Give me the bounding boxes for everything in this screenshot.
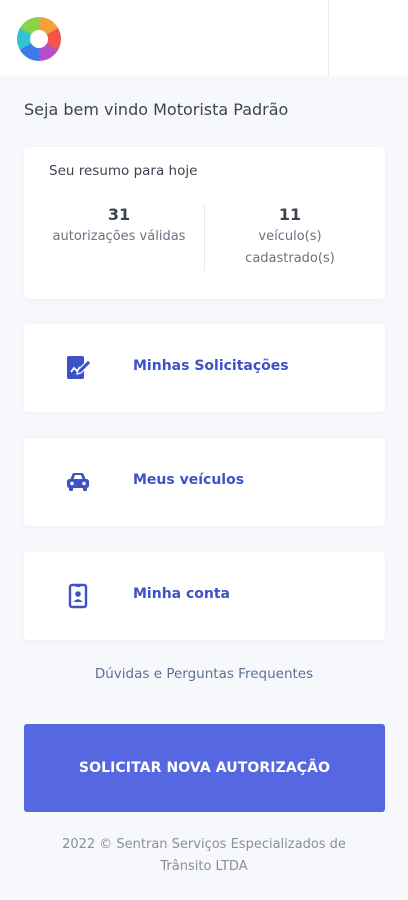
- summary-card: Seu resumo para hoje 31 autorizações vál…: [24, 147, 385, 299]
- valid-authorizations-stat: 31 autorizações válidas: [39, 204, 199, 248]
- vehicles-label-line2: cadastrado(s): [245, 251, 335, 266]
- id-badge-icon: [64, 582, 92, 610]
- header-divider: [328, 0, 329, 76]
- menu-label-my-vehicles: Meus veículos: [133, 472, 245, 488]
- app-logo[interactable]: [17, 17, 61, 61]
- vehicles-count: 11: [278, 205, 302, 224]
- request-new-authorization-button[interactable]: SOLICITAR NOVA AUTORIZAÇÃO: [24, 724, 385, 812]
- vehicles-stat: 11 veículo(s) cadastrado(s): [210, 204, 370, 270]
- menu-item-my-account[interactable]: Minha conta: [24, 552, 385, 640]
- footer-line-1: 2022 © Sentran Serviços Especializados d…: [62, 837, 346, 852]
- summary-title: Seu resumo para hoje: [49, 163, 198, 179]
- top-bar: [0, 0, 408, 76]
- menu-item-my-requests[interactable]: Minhas Solicitações: [24, 324, 385, 412]
- faq-link[interactable]: Dúvidas e Perguntas Frequentes: [0, 666, 408, 682]
- welcome-heading: Seja bem vindo Motorista Padrão: [24, 100, 289, 119]
- car-icon: [64, 468, 92, 496]
- menu-item-my-vehicles[interactable]: Meus veículos: [24, 438, 385, 526]
- edit-document-icon: [64, 354, 92, 382]
- valid-authorizations-count: 31: [107, 205, 131, 224]
- menu-label-my-account: Minha conta: [133, 586, 231, 602]
- footer-copyright: 2022 © Sentran Serviços Especializados d…: [40, 834, 368, 878]
- valid-authorizations-label: autorizações válidas: [52, 229, 186, 244]
- vehicles-label-line1: veículo(s): [258, 229, 322, 244]
- stat-divider: [204, 205, 205, 271]
- menu-label-my-requests: Minhas Solicitações: [133, 358, 289, 374]
- footer-line-2: Trânsito LTDA: [160, 859, 248, 874]
